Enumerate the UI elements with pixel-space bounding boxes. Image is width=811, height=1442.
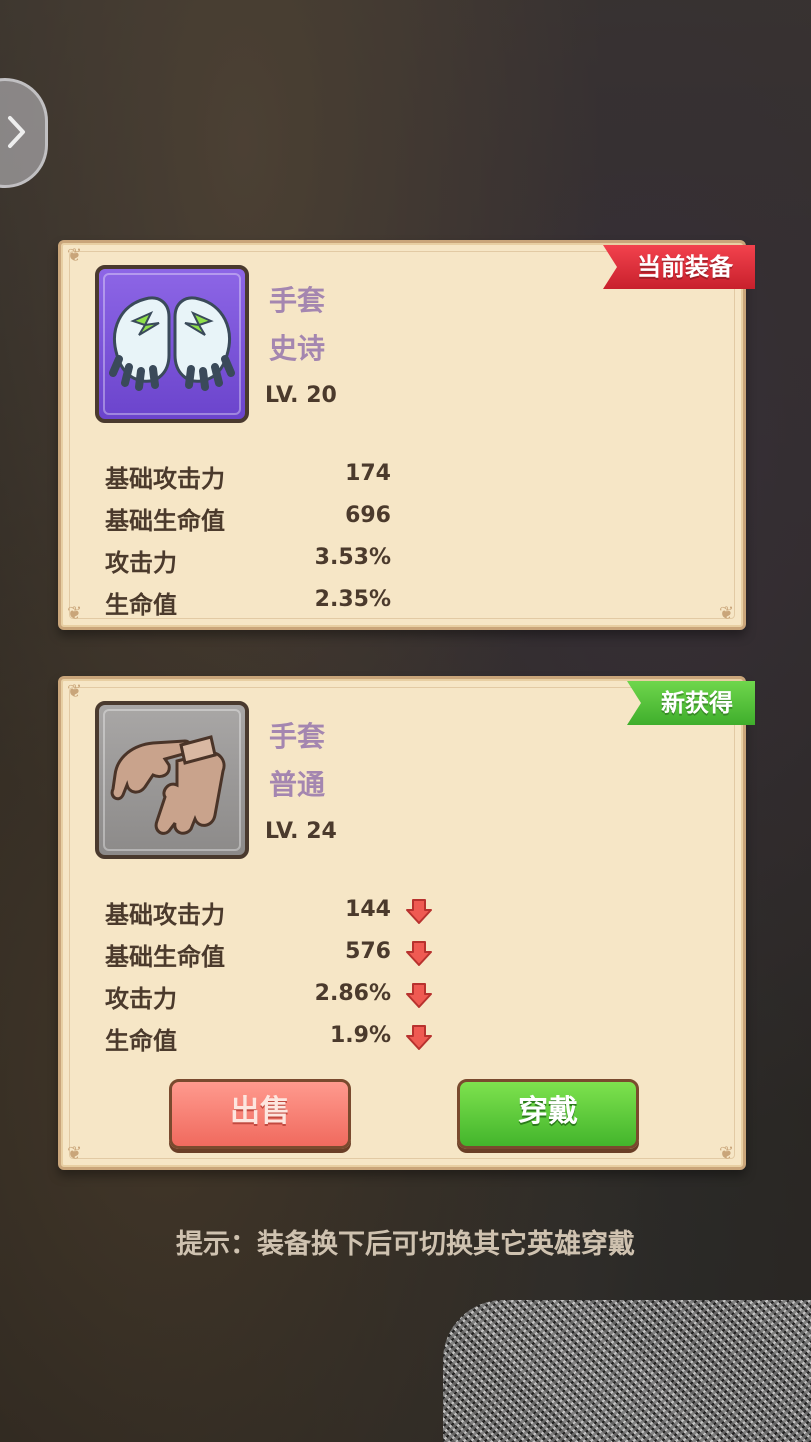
stat-row: 攻击力 3.53%: [105, 537, 505, 579]
stat-value: 2.86%: [314, 981, 391, 1006]
item-name: 手套: [269, 720, 326, 753]
stat-value: 576: [345, 939, 391, 964]
stat-row: 基础生命值 576: [105, 931, 505, 973]
wear-button[interactable]: 穿戴: [457, 1079, 639, 1149]
stats-list: 基础攻击力 174 基础生命值 696 攻击力 3.53% 生命值 2.35%: [105, 453, 505, 621]
stat-label: 基础攻击力: [105, 901, 225, 929]
stat-value: 174: [345, 461, 391, 486]
down-arrow-icon: [406, 1025, 432, 1050]
corner-ornament-icon: ❦: [67, 245, 83, 266]
sell-button[interactable]: 出售: [169, 1079, 351, 1149]
item-name: 手套: [269, 284, 326, 317]
stat-value: 696: [345, 503, 391, 528]
item-rarity: 史诗: [269, 332, 326, 365]
corner-ornament-icon: ❦: [67, 1143, 83, 1164]
stat-label: 生命值: [105, 1027, 177, 1055]
stat-value: 3.53%: [314, 545, 391, 570]
item-rarity: 普通: [269, 768, 326, 801]
stat-row: 攻击力 2.86%: [105, 973, 505, 1015]
current-equipment-badge: 当前装备: [603, 245, 755, 289]
stat-value: 1.9%: [329, 1023, 391, 1048]
down-arrow-icon: [406, 941, 432, 966]
chevron-right-icon: [8, 116, 25, 148]
stat-row: 生命值 1.9%: [105, 1015, 505, 1057]
item-icon-frame[interactable]: [95, 265, 249, 423]
stat-label: 基础生命值: [105, 943, 225, 971]
item-level: LV. 24: [265, 819, 337, 844]
stat-value: 144: [345, 897, 391, 922]
new-item-badge: 新获得: [627, 681, 755, 725]
stat-row: 生命值 2.35%: [105, 579, 505, 621]
stat-label: 基础生命值: [105, 507, 225, 535]
stat-label: 攻击力: [105, 985, 177, 1013]
obscured-region: [443, 1300, 811, 1442]
down-arrow-icon: [406, 983, 432, 1008]
stat-label: 攻击力: [105, 549, 177, 577]
item-level: LV. 20: [265, 383, 337, 408]
stat-row: 基础攻击力 174: [105, 453, 505, 495]
hint-text: 提示：装备换下后可切换其它英雄穿戴: [176, 1229, 635, 1260]
corner-ornament-icon: ❦: [719, 603, 735, 624]
down-arrow-icon: [406, 899, 432, 924]
stat-row: 基础攻击力 144: [105, 889, 505, 931]
brown-gloves-icon: [110, 735, 226, 835]
current-equipment-card: ❦ ❦ ❦ 当前装备 手套 史诗 LV. 20 基础攻击力 174 基础生命值 …: [58, 240, 755, 630]
white-gloves-icon: [109, 296, 235, 391]
item-icon-frame[interactable]: [95, 701, 249, 859]
stat-label: 基础攻击力: [105, 465, 225, 493]
corner-ornament-icon: ❦: [67, 681, 83, 702]
stats-list: 基础攻击力 144 基础生命值 576 攻击力 2.86% 生命值 1.9%: [105, 889, 505, 1057]
stat-row: 基础生命值 696: [105, 495, 505, 537]
stat-value: 2.35%: [314, 587, 391, 612]
corner-ornament-icon: ❦: [719, 1143, 735, 1164]
new-item-card: ❦ ❦ ❦ 新获得 手套 普通 LV. 24 基础攻击力 144 基础生命值 5…: [58, 676, 755, 1170]
stat-label: 生命值: [105, 591, 177, 619]
corner-ornament-icon: ❦: [67, 603, 83, 624]
